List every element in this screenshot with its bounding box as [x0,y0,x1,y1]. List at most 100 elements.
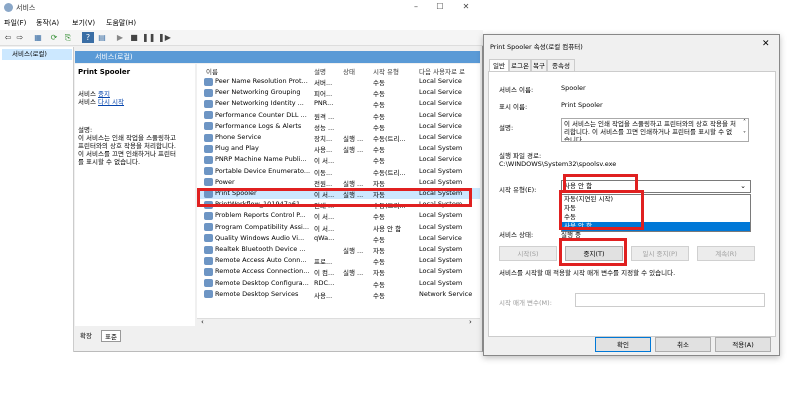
row-description: 이 서... [314,224,335,233]
row-description: 피어... [314,90,333,99]
table-row[interactable]: Program Compatibility Assi... 이 서... 사용 안 … [197,222,480,233]
service-gear-icon [204,279,213,288]
resume-button[interactable]: 계속(R) [697,246,755,261]
row-status: 실행 ... [343,146,364,155]
column-status[interactable]: 상태 [343,66,355,76]
service-name-label: 서비스 이름: [499,86,534,94]
tab-extended[interactable]: 확장 [80,330,92,340]
row-name: Portable Device Enumerato... [215,166,310,175]
table-row[interactable]: Performance Logs & Alerts 성능 ... 수동 Local S… [197,121,480,132]
pause-button[interactable]: 일시 중지(P) [631,246,689,261]
refresh-icon[interactable]: ⟳ [48,32,60,43]
maximize-button[interactable]: ☐ [429,2,451,14]
table-row[interactable]: Plug and Play 사용... 실행 ... 수동 Local System [197,143,480,154]
tab-dependencies[interactable]: 종속성 [547,59,575,71]
tab-standard[interactable]: 표준 [101,330,121,342]
table-row[interactable]: Realtek Bluetooth Device ... 실행 ... 자동 Loca… [197,244,480,255]
row-name: Problem Reports Control P... [215,211,306,220]
service-gear-icon [204,167,213,176]
stop-service-icon[interactable]: ■ [128,32,140,43]
service-gear-icon [204,223,213,232]
scroll-up-icon[interactable]: ˄ [743,119,746,126]
table-row[interactable]: Remote Desktop Configura... RDC... 수동 Local… [197,278,480,289]
row-name: Phone Service [215,133,262,141]
help-icon[interactable]: ? [82,32,94,43]
table-row[interactable]: Portable Device Enumerato... 이동... 수동(트리..… [197,166,480,177]
back-icon[interactable]: ⇦ [2,32,14,43]
table-row[interactable]: Problem Reports Control P... 이 서... 수동 Loca… [197,210,480,221]
menu-action[interactable]: 동작(A) [36,18,59,28]
menu-help[interactable]: 도움말(H) [106,18,136,28]
table-row[interactable]: Peer Networking Grouping 피어... 수동 Local Ser… [197,87,480,98]
tab-recovery[interactable]: 복구 [531,59,547,71]
console-tree-icon[interactable]: ▦ [32,32,44,43]
apply-button[interactable]: 적용(A) [715,337,771,352]
table-row[interactable]: Quality Windows Audio Vi... qWa... 수동 Local… [197,233,480,244]
chevron-down-icon: ⌄ [740,182,746,190]
pause-service-icon[interactable]: ❚❚ [142,32,155,43]
tree-item-services-local[interactable]: 서비스(로컬) [2,49,72,60]
menu-file[interactable]: 파일(F) [4,18,26,28]
service-name-value: Spooler [561,84,586,92]
ok-button[interactable]: 확인 [595,337,651,352]
table-row[interactable]: Remote Desktop Services 사용... 수동 Network Se… [197,289,480,300]
dialog-close-button[interactable]: ✕ [762,39,770,49]
description-text: 이 서비스는 인쇄 작업을 스풀링하고 프린터와의 상호 작용을 처리합니다. … [564,120,737,142]
row-startup-type: 자동 [373,269,385,278]
column-description[interactable]: 설명 [314,66,326,76]
row-logon-as: Local Service [419,99,462,108]
row-name: Performance Logs & Alerts [215,121,302,130]
minimize-button[interactable]: – [405,2,427,14]
forward-icon[interactable]: ⇨ [14,32,26,43]
row-name: Remote Access Connection... [215,267,310,276]
restart-service-link[interactable]: 다시 시작 [98,98,124,106]
row-description: 이 서... [314,213,335,222]
row-name: Peer Networking Identity ... [215,99,304,108]
row-startup-type: 자동 [373,247,385,255]
description-pane: Print Spooler 서비스 중지 서비스 다시 시작 설명: 이 서비스… [75,64,195,326]
scroll-left-icon[interactable]: ‹ [201,318,204,326]
table-row[interactable]: Peer Networking Identity ... PNR... 수동 Loca… [197,98,480,109]
row-name: Quality Windows Audio Vi... [215,233,305,242]
menu-view[interactable]: 보기(V) [72,18,95,28]
column-logon-as[interactable]: 다음 사용자로 로 [419,66,465,76]
table-row[interactable]: Remote Access Auto Conn... 프로... 수동 Local S… [197,255,480,266]
properties-icon[interactable]: ▤ [96,32,108,43]
table-row[interactable]: Remote Access Connection... 이 컴... 실행 ... 자… [197,266,480,277]
row-description: 이동... [314,168,333,177]
close-button[interactable]: ✕ [455,2,477,14]
row-startup-type: 수동 [373,291,385,300]
row-name: PNRP Machine Name Publi... [215,155,307,164]
export-icon[interactable]: ⎘ [62,32,74,43]
row-description: 장치... [314,135,333,143]
display-name-label: 표시 이름: [499,103,528,111]
row-logon-as: Local System [419,245,463,253]
description-box[interactable]: 이 서비스는 인쇄 작업을 스풀링하고 프린터와의 상호 작용을 처리합니다. … [561,118,749,142]
table-row[interactable]: Performance Counter DLL ... 원격 ... 수동 Local… [197,110,480,121]
row-logon-as: Local Service [419,233,462,242]
row-description: 사용... [314,146,333,155]
start-service-icon[interactable]: ▶ [114,32,126,43]
tab-logon[interactable]: 로그온 [509,59,531,71]
table-row[interactable]: PNRP Machine Name Publi... 이 서... 수동 Local … [197,154,480,165]
scroll-right-icon[interactable]: › [469,318,472,326]
tab-general[interactable]: 일반 [489,59,509,71]
start-parameters-input[interactable] [575,293,765,307]
row-logon-as: Local System [419,144,463,153]
horizontal-scrollbar[interactable]: ‹ › [197,318,480,327]
cancel-button[interactable]: 취소 [655,337,711,352]
restart-service-icon[interactable]: ❚▶ [158,32,171,43]
table-row[interactable]: Power 전원... 실행 ... 자동 Local System [197,177,480,188]
table-row[interactable]: Peer Name Resolution Prot... 서버... 수동 Local… [197,76,480,87]
row-logon-as: Local System [419,166,463,175]
row-name: Realtek Bluetooth Device ... [215,245,306,253]
scroll-down-icon[interactable]: ˅ [743,131,746,138]
pane-header: 서비스(로컬) [75,51,480,63]
row-logon-as: Local Service [419,110,462,119]
column-startup-type[interactable]: 시작 유형 [373,66,399,76]
start-button[interactable]: 시작(S) [499,246,557,261]
column-name[interactable]: 이름 [206,66,218,76]
table-row[interactable]: Phone Service 장치... 실행 ... 수동(트리... Local Se… [197,132,480,143]
row-name: Performance Counter DLL ... [215,110,307,119]
row-description: 원격 ... [314,112,335,121]
